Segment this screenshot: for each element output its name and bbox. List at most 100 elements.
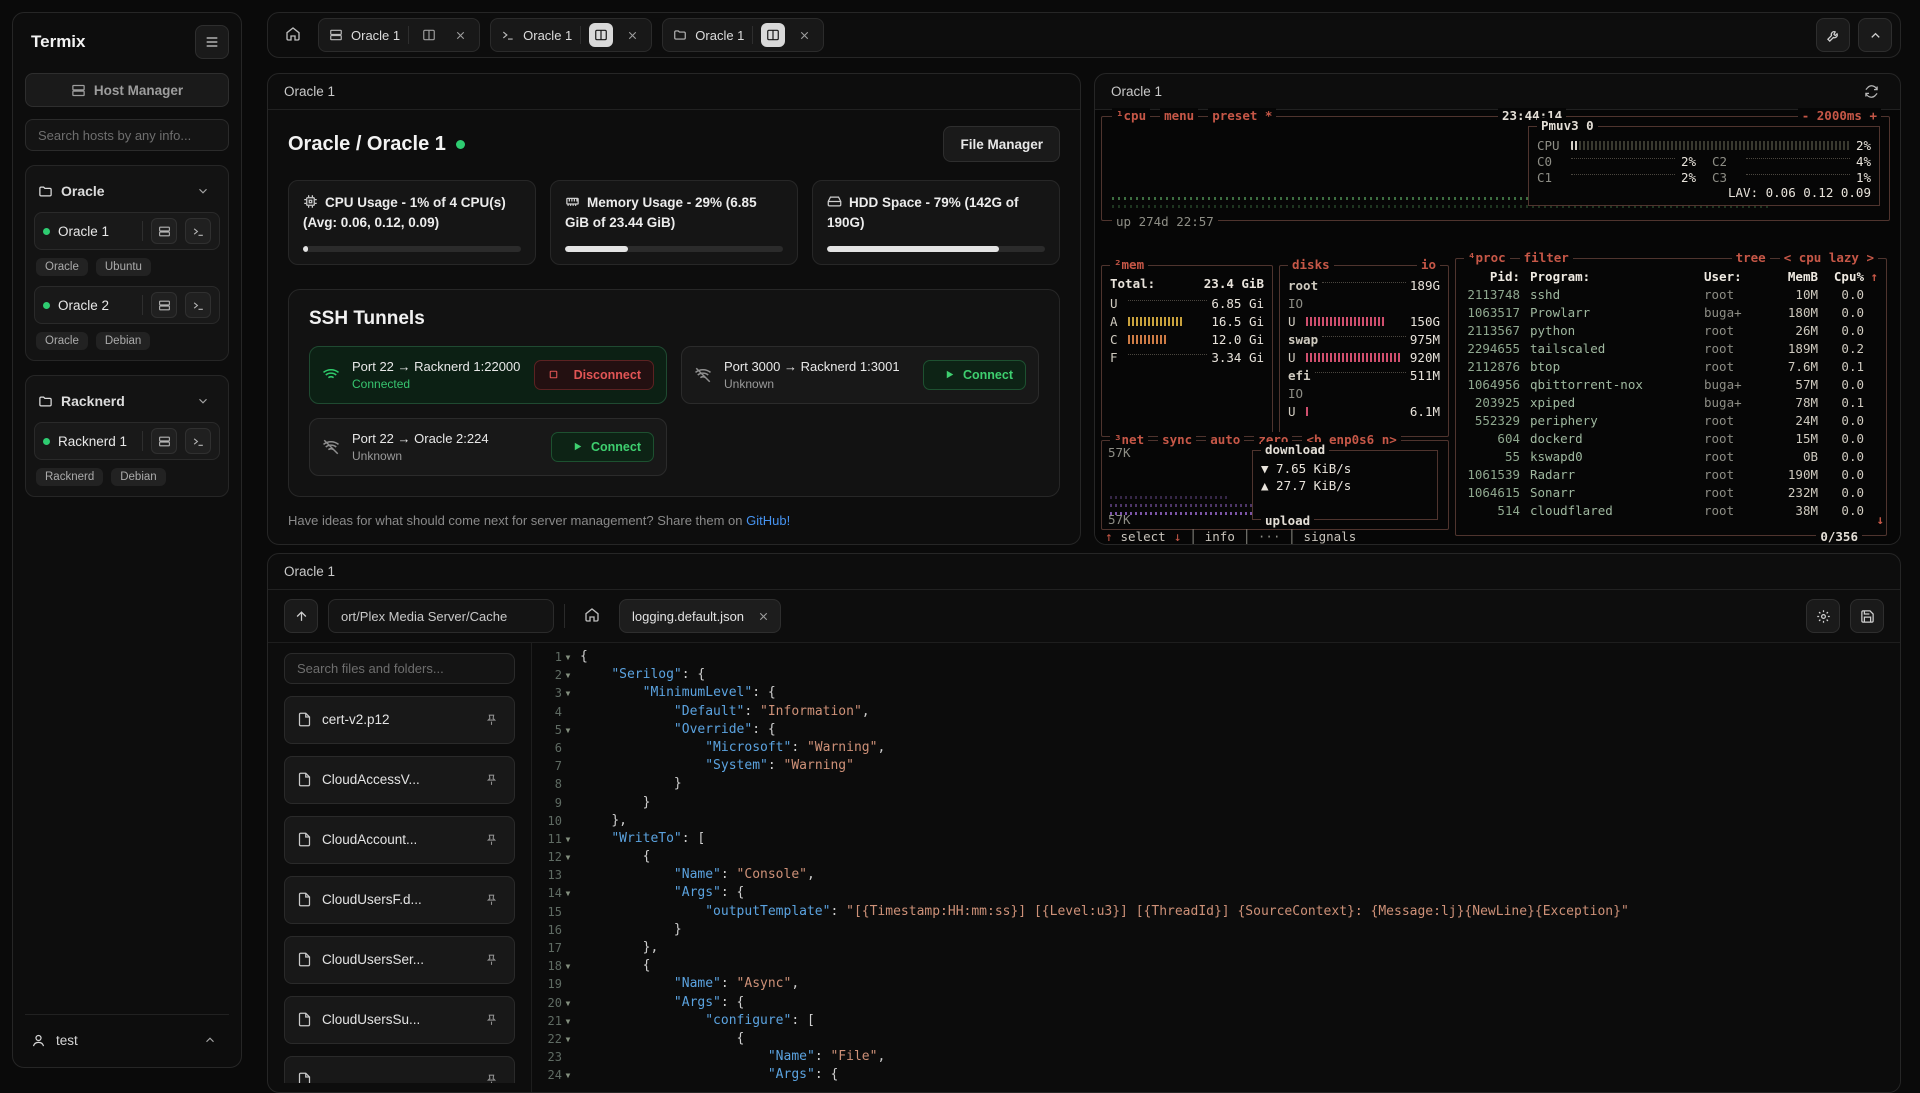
tunnel-action-button[interactable]: Connect bbox=[551, 432, 654, 462]
tools-button[interactable] bbox=[1816, 18, 1850, 52]
line-gutter[interactable]: 23 bbox=[532, 1048, 580, 1066]
code-editor[interactable]: 1 { 2 "Serilog": { 3 "MinimumLevel": { bbox=[532, 643, 1900, 1093]
line-gutter[interactable]: 4 bbox=[532, 703, 580, 721]
split-view-button[interactable] bbox=[417, 23, 441, 47]
line-gutter[interactable]: 19 bbox=[532, 975, 580, 993]
file-item[interactable]: CloudUsersSu... bbox=[284, 996, 515, 1044]
file-item[interactable]: cert-v2.p12 bbox=[284, 696, 515, 744]
pin-button[interactable] bbox=[480, 709, 502, 731]
session-tab[interactable]: Oracle 1 bbox=[490, 18, 652, 52]
process-row: 55 kswapd0 root 0B 0.0 bbox=[1464, 449, 1878, 467]
host-view-button[interactable] bbox=[151, 218, 177, 244]
tab-close-button[interactable] bbox=[621, 24, 643, 46]
group-header[interactable]: Racknerd bbox=[34, 384, 220, 422]
line-gutter[interactable]: 14 bbox=[532, 884, 580, 902]
line-gutter[interactable]: 20 bbox=[532, 994, 580, 1012]
tab-close-button[interactable] bbox=[449, 24, 471, 46]
feedback-note: Have ideas for what should come next for… bbox=[288, 513, 790, 528]
pin-button[interactable] bbox=[480, 1009, 502, 1031]
tab-close-button[interactable] bbox=[793, 24, 815, 46]
line-gutter[interactable]: 5 bbox=[532, 721, 580, 739]
terminal-screen[interactable]: ¹cpu menu preset * 23:44:14 - 2000ms + P… bbox=[1095, 110, 1900, 545]
host-terminal-button[interactable] bbox=[185, 218, 211, 244]
tunnel-route: Port 22 → Racknerd 1:22000 bbox=[352, 359, 522, 374]
split-view-button[interactable] bbox=[589, 23, 613, 47]
pin-button[interactable] bbox=[480, 769, 502, 791]
host-row[interactable]: Racknerd 1 bbox=[34, 422, 220, 460]
file-item[interactable]: CloudAccessV... bbox=[284, 756, 515, 804]
tunnel-action-label: Connect bbox=[963, 368, 1013, 382]
pin-button[interactable] bbox=[480, 829, 502, 851]
tunnel-action-button[interactable]: Disconnect bbox=[534, 360, 654, 390]
line-gutter[interactable]: 10 bbox=[532, 812, 580, 830]
file-manager-button[interactable]: File Manager bbox=[943, 126, 1060, 162]
line-gutter[interactable]: 13 bbox=[532, 866, 580, 884]
host-search-input[interactable] bbox=[25, 119, 229, 151]
line-gutter[interactable]: 16 bbox=[532, 921, 580, 939]
host-terminal-button[interactable] bbox=[185, 292, 211, 318]
host-terminal-button[interactable] bbox=[185, 428, 211, 454]
line-gutter[interactable]: 6 bbox=[532, 739, 580, 757]
file-item[interactable] bbox=[284, 1056, 515, 1084]
pin-button[interactable] bbox=[480, 949, 502, 971]
line-gutter[interactable]: 17 bbox=[532, 939, 580, 957]
line-gutter[interactable]: 1 bbox=[532, 648, 580, 666]
line-gutter[interactable]: 11 bbox=[532, 830, 580, 848]
stat-label: HDD Space - 79% (142G of 190G) bbox=[827, 193, 1045, 234]
divider bbox=[142, 221, 143, 241]
pin-button[interactable] bbox=[480, 889, 502, 911]
home-button[interactable] bbox=[276, 18, 310, 52]
code-line: 20 "Args": { bbox=[532, 994, 1900, 1012]
refresh-button[interactable] bbox=[1858, 79, 1884, 105]
tab-type-icon bbox=[673, 28, 687, 42]
close-icon bbox=[798, 29, 811, 42]
github-link[interactable]: GitHub! bbox=[746, 513, 790, 528]
line-gutter[interactable]: 8 bbox=[532, 775, 580, 793]
pin-button[interactable] bbox=[480, 1069, 502, 1084]
group-name: Racknerd bbox=[61, 393, 182, 409]
split-view-button[interactable] bbox=[761, 23, 785, 47]
tab-label: Oracle 1 bbox=[523, 28, 572, 43]
save-file-button[interactable] bbox=[1850, 599, 1884, 633]
code-line: 10 }, bbox=[532, 812, 1900, 830]
editor-tab-close-button[interactable] bbox=[752, 605, 774, 627]
session-tab[interactable]: Oracle 1 bbox=[662, 18, 824, 52]
line-gutter[interactable]: 2 bbox=[532, 666, 580, 684]
group-collapse-button[interactable] bbox=[190, 388, 216, 414]
collapse-tabbar-button[interactable] bbox=[1858, 18, 1892, 52]
session-tab[interactable]: Oracle 1 bbox=[318, 18, 480, 52]
tunnel-action-button[interactable]: Connect bbox=[923, 360, 1026, 390]
host-manager-button[interactable]: Host Manager bbox=[25, 73, 229, 107]
line-gutter[interactable]: 18 bbox=[532, 957, 580, 975]
editor-settings-button[interactable] bbox=[1806, 599, 1840, 633]
line-gutter[interactable]: 15 bbox=[532, 903, 580, 921]
footer-collapse-button[interactable] bbox=[197, 1027, 223, 1053]
host-view-button[interactable] bbox=[151, 292, 177, 318]
host-row[interactable]: Oracle 2 bbox=[34, 286, 220, 324]
file-item[interactable]: CloudUsersF.d... bbox=[284, 876, 515, 924]
up-directory-button[interactable] bbox=[284, 599, 318, 633]
play-icon bbox=[571, 440, 584, 453]
host-view-button[interactable] bbox=[151, 428, 177, 454]
editor-home-button[interactable] bbox=[575, 599, 609, 633]
editor-tab[interactable]: logging.default.json bbox=[619, 599, 781, 633]
line-gutter[interactable]: 7 bbox=[532, 757, 580, 775]
file-item[interactable]: CloudAccount... bbox=[284, 816, 515, 864]
tunnel-info: Port 22 → Oracle 2:224 Unknown bbox=[352, 431, 539, 463]
group-header[interactable]: Oracle bbox=[34, 174, 220, 212]
terminal-icon bbox=[192, 435, 205, 448]
line-gutter[interactable]: 3 bbox=[532, 684, 580, 702]
host-row[interactable]: Oracle 1 bbox=[34, 212, 220, 250]
divider bbox=[142, 431, 143, 451]
group-collapse-button[interactable] bbox=[190, 178, 216, 204]
path-input[interactable] bbox=[328, 599, 554, 633]
file-search-input[interactable] bbox=[284, 653, 515, 684]
line-gutter[interactable]: 21 bbox=[532, 1012, 580, 1030]
line-gutter[interactable]: 22 bbox=[532, 1030, 580, 1048]
sidebar-menu-button[interactable] bbox=[195, 25, 229, 59]
code-line: 5 "Override": { bbox=[532, 721, 1900, 739]
line-gutter[interactable]: 24 bbox=[532, 1066, 580, 1084]
file-item[interactable]: CloudUsersSer... bbox=[284, 936, 515, 984]
line-gutter[interactable]: 12 bbox=[532, 848, 580, 866]
line-gutter[interactable]: 9 bbox=[532, 794, 580, 812]
